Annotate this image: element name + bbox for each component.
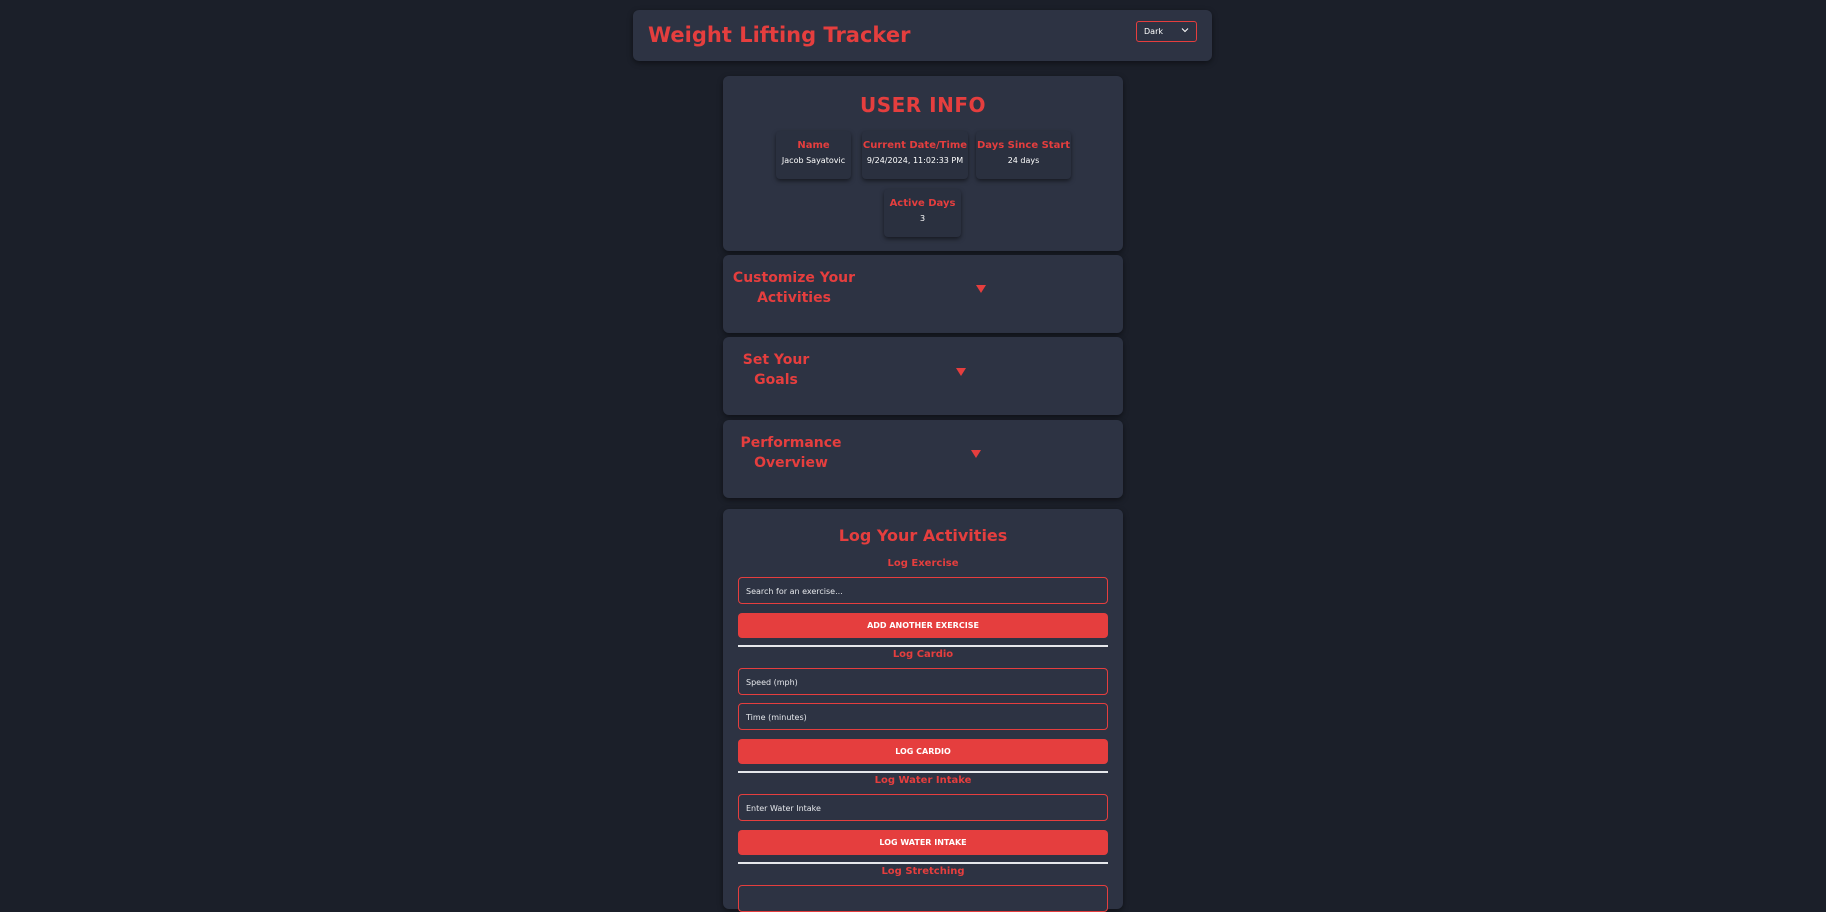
stat-name: Name Jacob Sayatovic: [776, 131, 851, 179]
speed-placeholder: Speed (mph): [746, 678, 798, 687]
app-header: Weight Lifting Tracker Dark: [633, 10, 1212, 61]
chevron-down-icon: [1181, 28, 1189, 33]
section-title: Performance Overview: [723, 433, 859, 473]
stat-value: 24 days: [1007, 156, 1040, 165]
caret-down-icon[interactable]: [971, 450, 981, 458]
log-water-intake-button[interactable]: LOG WATER INTAKE: [738, 830, 1108, 855]
section-title-line: Overview: [754, 455, 828, 471]
section-divider: [738, 645, 1108, 647]
log-heading: Log Your Activities: [838, 526, 1008, 545]
section-title-line: Activities: [757, 290, 831, 306]
time-placeholder: Time (minutes): [746, 713, 807, 722]
stat-label: Active Days: [889, 198, 956, 209]
add-another-exercise-button[interactable]: ADD ANOTHER EXERCISE: [738, 613, 1108, 638]
stat-current-datetime: Current Date/Time 9/24/2024, 11:02:33 PM: [862, 131, 968, 179]
theme-select[interactable]: Dark: [1136, 21, 1197, 42]
stretching-input[interactable]: [738, 885, 1108, 912]
water-intake-placeholder: Enter Water Intake: [746, 804, 821, 813]
time-input[interactable]: Time (minutes): [738, 703, 1108, 730]
log-activities-card: Log Your Activities Log Exercise Search …: [723, 509, 1123, 912]
speed-input[interactable]: Speed (mph): [738, 668, 1108, 695]
stat-value: Jacob Sayatovic: [781, 156, 846, 165]
section-title: Customize Your Activities: [723, 268, 865, 308]
theme-select-value: Dark: [1144, 27, 1163, 36]
stat-value: 3: [919, 214, 926, 223]
user-info-heading: USER INFO: [859, 93, 986, 117]
stat-active-days: Active Days 3: [884, 189, 961, 237]
app-title: Weight Lifting Tracker: [648, 23, 911, 47]
log-cardio-label: Log Cardio: [892, 649, 954, 660]
log-exercise-label: Log Exercise: [887, 558, 959, 569]
caret-down-icon[interactable]: [976, 285, 986, 293]
section-title-line: Goals: [754, 372, 798, 388]
exercise-search-placeholder: Search for an exercise...: [746, 587, 843, 596]
stat-label: Name: [797, 140, 830, 151]
exercise-search-input[interactable]: Search for an exercise...: [738, 577, 1108, 604]
section-divider: [738, 862, 1108, 864]
log-stretching-label: Log Stretching: [881, 866, 965, 877]
stat-label: Current Date/Time: [862, 140, 968, 151]
water-intake-input[interactable]: Enter Water Intake: [738, 794, 1108, 821]
stat-days-since-start: Days Since Start 24 days: [976, 131, 1071, 179]
section-divider: [738, 771, 1108, 773]
section-title-line: Customize Your: [732, 270, 856, 286]
user-info-card: USER INFO Name Jacob Sayatovic Current D…: [723, 76, 1123, 251]
log-water-label: Log Water Intake: [874, 775, 972, 786]
section-set-goals[interactable]: Set Your Goals: [723, 337, 1123, 415]
log-cardio-button[interactable]: LOG CARDIO: [738, 739, 1108, 764]
section-customize-activities[interactable]: Customize Your Activities: [723, 255, 1123, 333]
section-title: Set Your Goals: [723, 350, 829, 390]
stat-value: 9/24/2024, 11:02:33 PM: [866, 156, 964, 165]
stat-label: Days Since Start: [976, 140, 1071, 151]
section-performance-overview[interactable]: Performance Overview: [723, 420, 1123, 498]
section-title-line: Set Your: [742, 352, 810, 368]
caret-down-icon[interactable]: [956, 368, 966, 376]
section-title-line: Performance: [740, 435, 842, 451]
